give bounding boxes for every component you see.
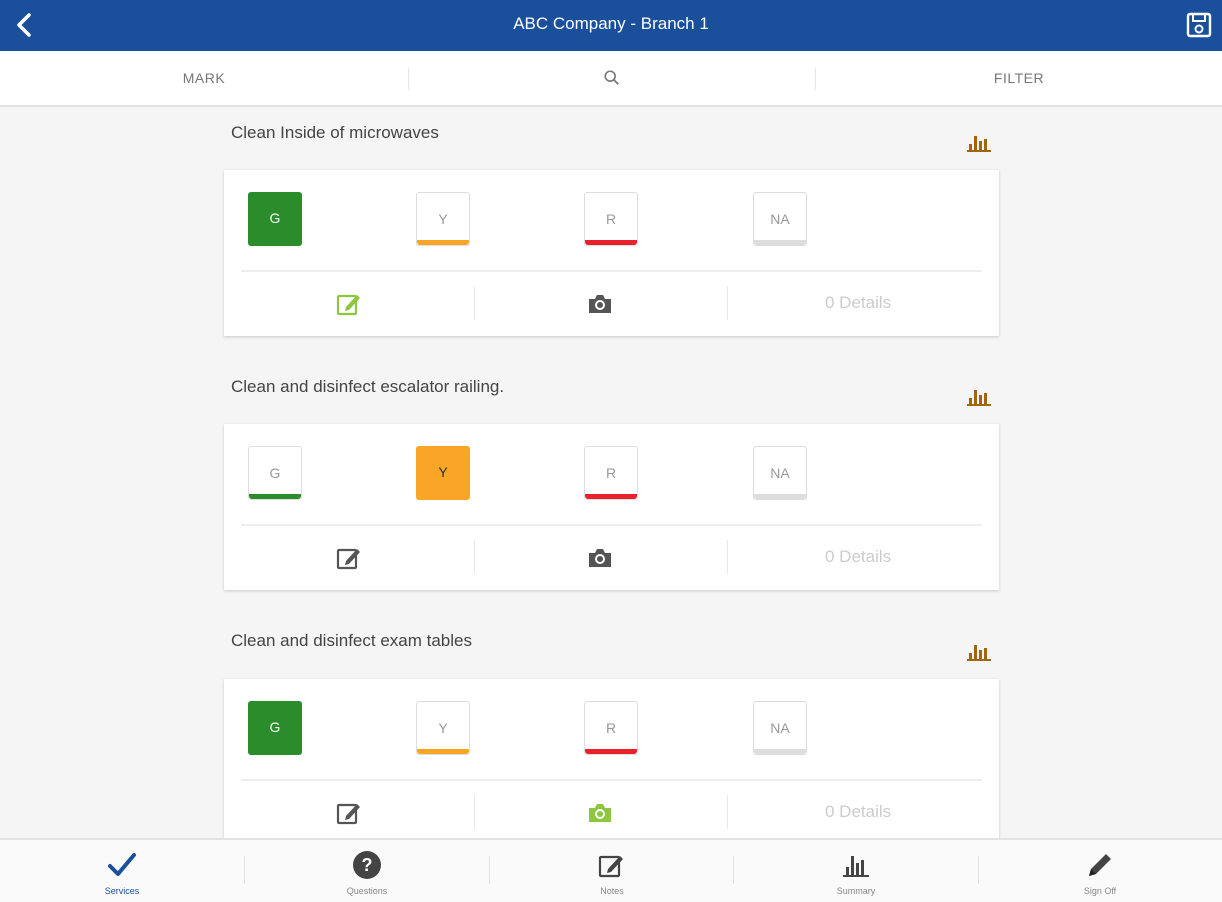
divider	[727, 795, 728, 829]
rating-r-button[interactable]: R	[584, 192, 638, 246]
edit-notes-icon[interactable]	[335, 544, 363, 572]
divider	[474, 286, 475, 320]
rating-g-button[interactable]: G	[248, 446, 302, 500]
divider	[474, 795, 475, 829]
details-link[interactable]: 0 Details	[825, 293, 891, 313]
divider	[474, 540, 475, 574]
search-button[interactable]	[409, 51, 815, 105]
task-title: Clean and disinfect exam tables	[231, 631, 472, 650]
task-card: G Y R NA 0 Details	[224, 170, 999, 336]
bar-chart-icon[interactable]	[966, 132, 992, 154]
bar-chart-icon[interactable]	[966, 641, 992, 663]
task-card: G Y R NA 0 Details	[224, 679, 999, 845]
rating-g-button[interactable]: G	[248, 701, 302, 755]
camera-icon[interactable]	[586, 544, 614, 572]
edit-icon	[598, 855, 623, 878]
nav-questions[interactable]: ? Questions	[245, 840, 489, 902]
edit-notes-icon[interactable]	[335, 799, 363, 827]
search-icon	[604, 70, 619, 85]
rating-r-button[interactable]: R	[584, 446, 638, 500]
nav-label: Notes	[600, 886, 624, 896]
question-circle-icon: ?	[353, 851, 381, 879]
pencil-icon	[1089, 854, 1111, 876]
save-icon[interactable]	[1184, 10, 1214, 40]
nav-summary[interactable]: Summary	[734, 840, 978, 902]
divider	[727, 540, 728, 574]
task-title: Clean and disinfect escalator railing.	[231, 377, 505, 396]
app-header: ABC Company - Branch 1	[0, 0, 1222, 51]
bar-chart-icon	[843, 856, 869, 877]
divider	[241, 779, 982, 781]
details-link[interactable]: 0 Details	[825, 547, 891, 567]
details-link[interactable]: 0 Details	[825, 802, 891, 822]
rating-y-button[interactable]: Y	[416, 701, 470, 755]
checkmark-icon	[108, 853, 136, 876]
nav-services[interactable]: Services	[0, 840, 244, 902]
camera-icon[interactable]	[586, 799, 614, 827]
task-title: Clean Inside of microwaves	[231, 123, 439, 142]
divider	[727, 286, 728, 320]
page-title: ABC Company - Branch 1	[513, 14, 709, 33]
rating-r-button[interactable]: R	[584, 701, 638, 755]
nav-sign-off[interactable]: Sign Off	[978, 840, 1222, 902]
divider	[241, 524, 982, 526]
nav-label: Summary	[836, 886, 876, 896]
filter-button[interactable]: FILTER	[816, 51, 1222, 105]
bottom-nav: Services ? Questions Notes Summary Sign …	[0, 838, 1222, 902]
nav-label: Questions	[346, 886, 388, 896]
rating-y-button[interactable]: Y	[416, 446, 470, 500]
divider	[241, 270, 982, 272]
task-card: G Y R NA 0 Details	[224, 424, 999, 590]
rating-y-button[interactable]: Y	[416, 192, 470, 246]
nav-notes[interactable]: Notes	[490, 840, 734, 902]
nav-label: Sign Off	[1083, 886, 1117, 896]
rating-na-button[interactable]: NA	[753, 701, 807, 755]
toolbar: MARK FILTER	[0, 51, 1222, 107]
nav-label: Services	[104, 886, 140, 896]
rating-na-button[interactable]: NA	[753, 446, 807, 500]
rating-na-button[interactable]: NA	[753, 192, 807, 246]
mark-button[interactable]: MARK	[0, 51, 408, 105]
rating-g-button[interactable]: G	[248, 192, 302, 246]
bar-chart-icon[interactable]	[966, 386, 992, 408]
edit-notes-icon[interactable]	[335, 290, 363, 318]
camera-icon[interactable]	[586, 290, 614, 318]
svg-text:?: ?	[362, 855, 373, 875]
